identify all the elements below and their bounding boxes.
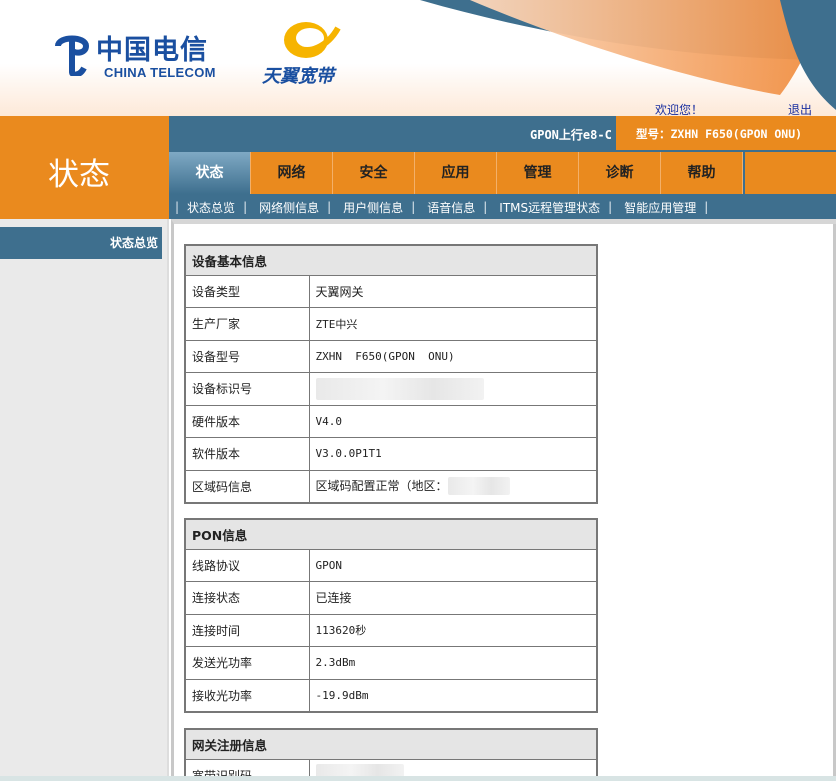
row-value: -19.9dBm [308,678,598,712]
tab-network[interactable]: 网络 [251,152,333,194]
tianyi-broadband-text: 天翼宽带 [262,66,334,87]
subnav-smart-app-management[interactable]: 智能应用管理 [624,199,696,216]
table-row: 设备标识号 [184,372,598,406]
row-label: 设备类型 [184,274,310,308]
row-value: 已连接 [308,581,598,615]
row-value: ZTE中兴 [308,307,598,341]
welcome-text: 欢迎您！ [655,103,704,116]
row-label: 线路协议 [184,548,310,582]
subnav-itms-status[interactable]: ITMS远程管理状态 [499,199,600,216]
subnav-network-side-info[interactable]: 网络侧信息 [259,199,319,216]
uplink-type-text: GPON上行e8-C [530,128,612,142]
tab-security[interactable]: 安全 [333,152,415,194]
subnav-status-overview[interactable]: 状态总览 [187,199,235,216]
page-title: 状态 [48,157,110,193]
row-label: 硬件版本 [184,404,310,438]
brand-name-cn: 中国电信 [96,35,208,66]
row-value: 天翼网关 [308,274,598,308]
row-value: ZXHN F650(GPON ONU) [308,339,598,373]
table-row: 连接状态 已连接 [184,581,598,615]
model-badge-text: 型号：ZXHN F650(GPON ONU) [636,127,803,141]
table-row: 线路协议 GPON [184,548,598,582]
window-bottom-edge [0,776,836,781]
table-title: 设备基本信息 [184,244,598,276]
logout-link[interactable]: 退出 [788,101,812,116]
table-row: 硬件版本 V4.0 [184,404,598,438]
device-info-table: 设备基本信息 设备类型 天翼网关 生产厂家 ZTE中兴 设备型号 ZXHN F6… [184,244,598,504]
row-label: 软件版本 [184,437,310,471]
table-row: 设备型号 ZXHN F650(GPON ONU) [184,339,598,373]
table-row: 发送光功率 2.3dBm [184,646,598,680]
tab-management[interactable]: 管理 [497,152,579,194]
brand-name-en: CHINA TELECOM [104,65,216,80]
left-sidebar: 状态总览 [0,219,169,781]
china-telecom-emblem-icon [55,35,90,76]
table-row: 软件版本 V3.0.0P1T1 [184,437,598,471]
row-value: GPON [308,548,598,582]
table-row: 接收光功率 -19.9dBm [184,678,598,712]
table-title: PON信息 [184,518,598,550]
main-tabs: 状态 网络 安全 应用 管理 诊断 帮助 [169,152,743,194]
row-label: 设备型号 [184,339,310,373]
gateway-registration-table: 网关注册信息 宽带识别码 [184,728,598,781]
row-label: 区域码信息 [184,469,310,503]
tab-diagnostics[interactable]: 诊断 [579,152,661,194]
china-telecom-logo: 中国电信 CHINA TELECOM [52,28,232,82]
redacted-value [447,477,510,496]
table-row: 连接时间 113620秒 [184,613,598,647]
pon-info-table: PON信息 线路协议 GPON 连接状态 已连接 连接时间 113620秒 发送… [184,518,598,713]
row-value: V4.0 [308,404,598,438]
table-row: 区域码信息 区域码配置正常（地区： [184,469,598,503]
tab-application[interactable]: 应用 [415,152,497,194]
row-label: 接收光功率 [184,678,310,712]
router-admin-page: 中国电信 CHINA TELECOM 天翼宽带 欢迎您！ 退出 状态 GPON上… [0,0,836,781]
tianyi-swirl-icon [284,22,341,58]
header-banner: 中国电信 CHINA TELECOM 天翼宽带 欢迎您！ 退出 [0,0,836,116]
main-content: 设备基本信息 设备类型 天翼网关 生产厂家 ZTE中兴 设备型号 ZXHN F6… [171,219,836,781]
section-title-block: 状态 [0,116,169,219]
table-title: 网关注册信息 [184,728,598,760]
sidebar-item-status-overview[interactable]: 状态总览 [0,227,162,259]
tabs-filler [745,152,836,194]
row-label: 连接状态 [184,581,310,615]
table-row: 生产厂家 ZTE中兴 [184,307,598,341]
model-badge: 型号：ZXHN F650(GPON ONU) [616,116,836,150]
sub-navigation: | 状态总览 | 网络侧信息 | 用户侧信息 | 语音信息 | ITMS远程管理… [175,199,709,216]
row-label: 设备标识号 [184,372,310,406]
row-value: 113620秒 [308,613,598,647]
redacted-value [315,377,484,400]
row-label: 生产厂家 [184,307,310,341]
row-value: V3.0.0P1T1 [308,437,598,471]
region-code-text: 区域码配置正常（地区： [315,478,448,493]
row-value-redacted: 区域码配置正常（地区： [308,469,598,503]
table-row: 设备类型 天翼网关 [184,274,598,308]
tab-status[interactable]: 状态 [169,152,251,194]
row-label: 连接时间 [184,613,310,647]
row-value-redacted [308,372,598,406]
row-value: 2.3dBm [308,646,598,680]
tianyi-logo: 天翼宽带 [262,16,362,87]
tab-help[interactable]: 帮助 [661,152,743,194]
row-label: 发送光功率 [184,646,310,680]
subnav-user-side-info[interactable]: 用户侧信息 [343,199,403,216]
subnav-voice-info[interactable]: 语音信息 [427,199,475,216]
